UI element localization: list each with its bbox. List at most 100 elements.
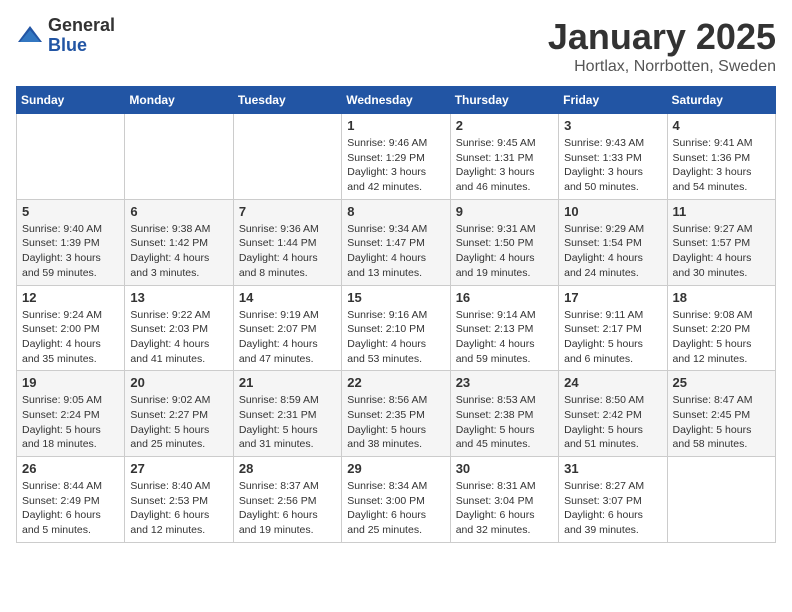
header-cell-tuesday: Tuesday	[233, 87, 341, 114]
header-row: SundayMondayTuesdayWednesdayThursdayFrid…	[17, 87, 776, 114]
day-number: 16	[456, 290, 553, 305]
day-number: 14	[239, 290, 336, 305]
day-info: Sunrise: 9:11 AMSunset: 2:17 PMDaylight:…	[564, 308, 661, 367]
day-number: 26	[22, 461, 119, 476]
page-header: General Blue January 2025 Hortlax, Norrb…	[16, 16, 776, 76]
day-cell: 27 Sunrise: 8:40 AMSunset: 2:53 PMDayligh…	[125, 457, 233, 543]
day-number: 15	[347, 290, 444, 305]
day-cell: 22Sunrise: 8:56 AMSunset: 2:35 PMDayligh…	[342, 371, 450, 457]
day-info: Sunrise: 8:40 AMSunset: 2:53 PMDaylight:…	[130, 479, 227, 538]
day-info: Sunrise: 9:16 AMSunset: 2:10 PMDaylight:…	[347, 308, 444, 367]
day-cell: 31Sunrise: 8:27 AMSunset: 3:07 PMDayligh…	[559, 457, 667, 543]
day-cell: 7Sunrise: 9:36 AMSunset: 1:44 PMDaylight…	[233, 199, 341, 285]
day-info: Sunrise: 9:24 AMSunset: 2:00 PMDaylight:…	[22, 308, 119, 367]
day-info: Sunrise: 9:02 AMSunset: 2:27 PMDaylight:…	[130, 393, 227, 452]
day-info: Sunrise: 8:53 AMSunset: 2:38 PMDaylight:…	[456, 393, 553, 452]
day-info: Sunrise: 8:47 AMSunset: 2:45 PMDaylight:…	[673, 393, 770, 452]
day-number: 9	[456, 204, 553, 219]
day-cell: 15 Sunrise: 9:16 AMSunset: 2:10 PMDayligh…	[342, 285, 450, 371]
week-row-5: 26 Sunrise: 8:44 AMSunset: 2:49 PMDayligh…	[17, 457, 776, 543]
day-number: 8	[347, 204, 444, 219]
day-cell: 21 Sunrise: 8:59 AMSunset: 2:31 PMDayligh…	[233, 371, 341, 457]
day-cell: 12Sunrise: 9:24 AMSunset: 2:00 PMDayligh…	[17, 285, 125, 371]
day-cell: 6 Sunrise: 9:38 AMSunset: 1:42 PMDaylight…	[125, 199, 233, 285]
day-cell: 26 Sunrise: 8:44 AMSunset: 2:49 PMDayligh…	[17, 457, 125, 543]
day-number: 30	[456, 461, 553, 476]
day-cell: 16Sunrise: 9:14 AMSunset: 2:13 PMDayligh…	[450, 285, 558, 371]
day-info: Sunrise: 9:45 AMSunset: 1:31 PMDaylight:…	[456, 136, 553, 195]
header-cell-friday: Friday	[559, 87, 667, 114]
day-number: 2	[456, 118, 553, 133]
calendar-subtitle: Hortlax, Norrbotten, Sweden	[548, 58, 776, 76]
day-number: 29	[347, 461, 444, 476]
calendar-header: SundayMondayTuesdayWednesdayThursdayFrid…	[17, 87, 776, 114]
calendar-table: SundayMondayTuesdayWednesdayThursdayFrid…	[16, 86, 776, 543]
header-cell-wednesday: Wednesday	[342, 87, 450, 114]
day-cell	[233, 114, 341, 200]
day-cell: 11 Sunrise: 9:27 AMSunset: 1:57 PMDayligh…	[667, 199, 775, 285]
day-cell: 29Sunrise: 8:34 AMSunset: 3:00 PMDayligh…	[342, 457, 450, 543]
day-info: Sunrise: 9:38 AMSunset: 1:42 PMDaylight:…	[130, 222, 227, 281]
day-number: 22	[347, 375, 444, 390]
day-number: 10	[564, 204, 661, 219]
day-info: Sunrise: 8:59 AMSunset: 2:31 PMDaylight:…	[239, 393, 336, 452]
week-row-3: 12Sunrise: 9:24 AMSunset: 2:00 PMDayligh…	[17, 285, 776, 371]
day-cell: 20 Sunrise: 9:02 AMSunset: 2:27 PMDayligh…	[125, 371, 233, 457]
day-info: Sunrise: 9:27 AMSunset: 1:57 PMDaylight:…	[673, 222, 770, 281]
day-cell: 8 Sunrise: 9:34 AMSunset: 1:47 PMDaylight…	[342, 199, 450, 285]
header-cell-thursday: Thursday	[450, 87, 558, 114]
day-number: 18	[673, 290, 770, 305]
day-info: Sunrise: 9:41 AMSunset: 1:36 PMDaylight:…	[673, 136, 770, 195]
day-number: 13	[130, 290, 227, 305]
day-info: Sunrise: 8:44 AMSunset: 2:49 PMDaylight:…	[22, 479, 119, 538]
day-cell	[667, 457, 775, 543]
day-info: Sunrise: 9:22 AMSunset: 2:03 PMDaylight:…	[130, 308, 227, 367]
header-cell-sunday: Sunday	[17, 87, 125, 114]
day-number: 6	[130, 204, 227, 219]
day-cell	[125, 114, 233, 200]
day-cell: 17Sunrise: 9:11 AMSunset: 2:17 PMDayligh…	[559, 285, 667, 371]
day-info: Sunrise: 9:34 AMSunset: 1:47 PMDaylight:…	[347, 222, 444, 281]
day-cell: 2 Sunrise: 9:45 AMSunset: 1:31 PMDaylight…	[450, 114, 558, 200]
day-info: Sunrise: 9:29 AMSunset: 1:54 PMDaylight:…	[564, 222, 661, 281]
day-cell	[17, 114, 125, 200]
day-cell: 23Sunrise: 8:53 AMSunset: 2:38 PMDayligh…	[450, 371, 558, 457]
day-number: 3	[564, 118, 661, 133]
day-number: 20	[130, 375, 227, 390]
day-info: Sunrise: 9:19 AMSunset: 2:07 PMDaylight:…	[239, 308, 336, 367]
day-number: 11	[673, 204, 770, 219]
header-cell-saturday: Saturday	[667, 87, 775, 114]
logo-blue: Blue	[48, 36, 115, 56]
day-info: Sunrise: 9:05 AMSunset: 2:24 PMDaylight:…	[22, 393, 119, 452]
day-cell: 25 Sunrise: 8:47 AMSunset: 2:45 PMDayligh…	[667, 371, 775, 457]
day-number: 21	[239, 375, 336, 390]
day-info: Sunrise: 8:31 AMSunset: 3:04 PMDaylight:…	[456, 479, 553, 538]
day-info: Sunrise: 9:31 AMSunset: 1:50 PMDaylight:…	[456, 222, 553, 281]
day-cell: 13 Sunrise: 9:22 AMSunset: 2:03 PMDayligh…	[125, 285, 233, 371]
day-number: 27	[130, 461, 227, 476]
week-row-4: 19Sunrise: 9:05 AMSunset: 2:24 PMDayligh…	[17, 371, 776, 457]
day-info: Sunrise: 9:43 AMSunset: 1:33 PMDaylight:…	[564, 136, 661, 195]
day-cell: 30 Sunrise: 8:31 AMSunset: 3:04 PMDayligh…	[450, 457, 558, 543]
day-number: 24	[564, 375, 661, 390]
day-cell: 5Sunrise: 9:40 AMSunset: 1:39 PMDaylight…	[17, 199, 125, 285]
day-cell: 3 Sunrise: 9:43 AMSunset: 1:33 PMDaylight…	[559, 114, 667, 200]
day-cell: 4 Sunrise: 9:41 AMSunset: 1:36 PMDaylight…	[667, 114, 775, 200]
day-cell: 19Sunrise: 9:05 AMSunset: 2:24 PMDayligh…	[17, 371, 125, 457]
day-number: 4	[673, 118, 770, 133]
day-number: 25	[673, 375, 770, 390]
day-number: 28	[239, 461, 336, 476]
calendar-title: January 2025	[548, 16, 776, 58]
calendar-body: 1Sunrise: 9:46 AMSunset: 1:29 PMDaylight…	[17, 114, 776, 543]
day-number: 7	[239, 204, 336, 219]
day-info: Sunrise: 9:46 AMSunset: 1:29 PMDaylight:…	[347, 136, 444, 195]
day-cell: 9 Sunrise: 9:31 AMSunset: 1:50 PMDaylight…	[450, 199, 558, 285]
logo-text: General Blue	[48, 16, 115, 56]
day-cell: 1Sunrise: 9:46 AMSunset: 1:29 PMDaylight…	[342, 114, 450, 200]
day-info: Sunrise: 8:37 AMSunset: 2:56 PMDaylight:…	[239, 479, 336, 538]
day-info: Sunrise: 8:50 AMSunset: 2:42 PMDaylight:…	[564, 393, 661, 452]
week-row-2: 5Sunrise: 9:40 AMSunset: 1:39 PMDaylight…	[17, 199, 776, 285]
day-cell: 28 Sunrise: 8:37 AMSunset: 2:56 PMDayligh…	[233, 457, 341, 543]
day-cell: 24 Sunrise: 8:50 AMSunset: 2:42 PMDayligh…	[559, 371, 667, 457]
title-block: January 2025 Hortlax, Norrbotten, Sweden	[548, 16, 776, 76]
